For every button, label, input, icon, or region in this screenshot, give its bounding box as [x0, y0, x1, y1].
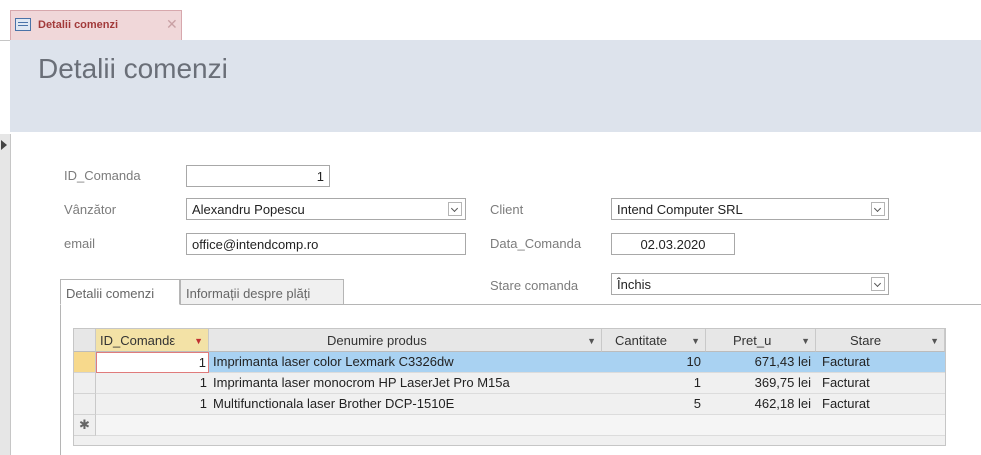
row-selector[interactable]	[74, 373, 96, 394]
cell-produs[interactable]: Imprimanta laser monocrom HP LaserJet Pr…	[213, 373, 603, 393]
column-header-cantitate[interactable]: Cantitate ▼	[602, 329, 706, 352]
email-label: email	[64, 236, 96, 251]
table-row[interactable]: 1 Multifunctionala laser Brother DCP-151…	[96, 394, 945, 415]
chevron-down-icon[interactable]	[871, 277, 885, 291]
chevron-down-icon[interactable]	[871, 202, 885, 216]
vanzator-combo[interactable]: Alexandru Popescu	[186, 198, 466, 220]
column-header-pret-u[interactable]: Pret_u ▼	[706, 329, 816, 352]
cell-produs[interactable]: Imprimanta laser color Lexmark C3326dw	[213, 352, 603, 372]
chevron-down-icon[interactable]	[448, 202, 462, 216]
new-record-icon[interactable]: ✱	[74, 415, 96, 436]
form-header: Detalii comenzi	[10, 40, 981, 132]
vanzator-label: Vânzător	[64, 202, 117, 217]
cell-id[interactable]: 1	[96, 352, 209, 373]
dropdown-arrow-icon[interactable]: ▼	[801, 336, 810, 346]
dropdown-arrow-icon[interactable]: ▼	[194, 336, 203, 346]
data-comanda-label: Data_Comanda	[490, 236, 582, 251]
column-header-denumire-produs[interactable]: Denumire produs ▼	[209, 329, 602, 352]
document-tab-label: Detalii comenzi	[38, 19, 119, 31]
cell-stare[interactable]: Facturat	[822, 394, 942, 414]
stare-comanda-label: Stare comanda	[490, 278, 579, 293]
cell-pret[interactable]: 462,18 lei	[706, 394, 816, 414]
grid-corner[interactable]	[74, 329, 96, 352]
document-tab-strip: Detalii comenzi ✕	[0, 0, 981, 41]
column-header-id-comanda[interactable]: ID_Comandε ▼	[96, 329, 209, 352]
client-value: Intend Computer SRL	[617, 202, 743, 217]
current-record-icon	[1, 140, 7, 150]
tab-informatii-plati[interactable]: Informații despre plăți	[180, 279, 344, 305]
client-label: Client	[490, 202, 524, 217]
dropdown-arrow-icon[interactable]: ▼	[587, 336, 596, 346]
record-selector[interactable]	[0, 134, 11, 455]
data-comanda-field[interactable]: 02.03.2020	[611, 233, 735, 255]
cell-cantitate[interactable]: 1	[602, 373, 706, 393]
stare-comanda-value: Închis	[617, 277, 651, 292]
id-comanda-label: ID_Comanda	[64, 168, 141, 183]
email-field[interactable]: office@intendcomp.ro	[186, 233, 466, 255]
cell-cantitate[interactable]: 5	[602, 394, 706, 414]
client-combo[interactable]: Intend Computer SRL	[611, 198, 889, 220]
cell-id[interactable]: 1	[96, 373, 209, 393]
vanzator-value: Alexandru Popescu	[192, 202, 305, 217]
cell-produs[interactable]: Multifunctionala laser Brother DCP-1510E	[213, 394, 603, 414]
close-icon[interactable]: ✕	[166, 16, 178, 33]
cell-pret[interactable]: 369,75 lei	[706, 373, 816, 393]
dropdown-arrow-icon[interactable]: ▼	[691, 336, 700, 346]
column-header-stare[interactable]: Stare ▼	[816, 329, 945, 352]
tab-detalii-comenzi[interactable]: Detalii comenzi	[60, 279, 180, 305]
order-lines-datasheet: ID_Comandε ▼ Denumire produs ▼ Cantitate…	[73, 328, 946, 446]
form-icon	[15, 18, 31, 31]
page-title: Detalii comenzi	[38, 53, 228, 84]
row-selector[interactable]	[74, 352, 96, 373]
document-tab[interactable]: Detalii comenzi ✕	[10, 10, 182, 40]
row-selector[interactable]	[74, 394, 96, 415]
stare-comanda-combo[interactable]: Închis	[611, 273, 889, 295]
table-row[interactable]: 1 Imprimanta laser monocrom HP LaserJet …	[96, 373, 945, 394]
cell-stare[interactable]: Facturat	[822, 373, 942, 393]
table-row[interactable]: 1 Imprimanta laser color Lexmark C3326dw…	[96, 352, 945, 373]
id-comanda-field[interactable]: 1	[186, 165, 330, 187]
cell-pret[interactable]: 671,43 lei	[706, 352, 816, 372]
cell-stare[interactable]: Facturat	[822, 352, 942, 372]
new-record-row[interactable]	[96, 415, 945, 436]
cell-cantitate[interactable]: 10	[602, 352, 706, 372]
dropdown-arrow-icon[interactable]: ▼	[930, 336, 939, 346]
cell-id[interactable]: 1	[96, 394, 209, 414]
